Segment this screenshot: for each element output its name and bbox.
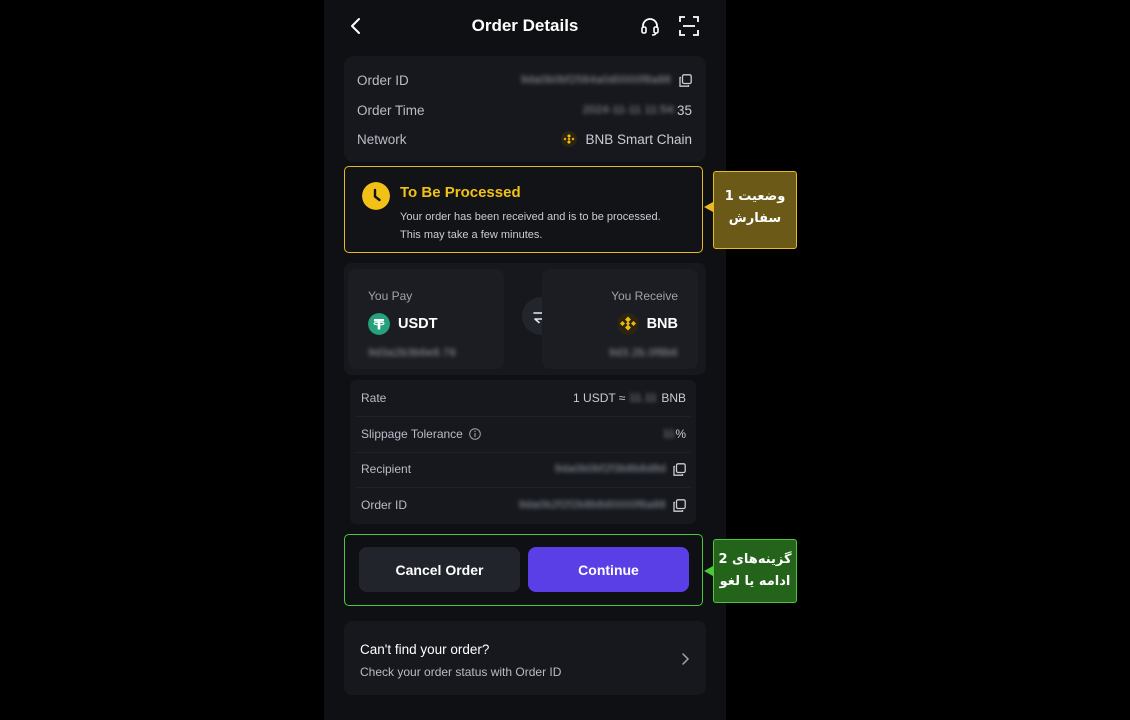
callout-line: گزینه‌های 2 (718, 552, 792, 567)
order-time-row: Order Time 2024-11-11 11:54: 35 (357, 100, 692, 120)
help-subtitle: Check your order status with Order ID (360, 665, 562, 679)
receive-label: You Receive (611, 289, 678, 303)
details-order-id-value: 9da0b2f2f2b8b8d0000f8a88 (518, 499, 666, 511)
info-icon[interactable] (469, 428, 481, 440)
details-order-id-label: Order ID (361, 498, 408, 512)
slippage-suffix: % (675, 427, 686, 441)
continue-button[interactable]: Continue (528, 547, 689, 592)
order-info-card: Order ID 9da0b0bf2584a0d0000f8a88 Order … (344, 56, 706, 162)
divider (356, 416, 690, 417)
pay-coin: USDT (368, 313, 437, 335)
divider (356, 452, 690, 453)
order-time-value: 2024-11-11 11:54: (582, 104, 677, 116)
callout-pointer (704, 566, 713, 576)
network-label: Network (357, 131, 407, 147)
recipient-row: Recipient 9da0b0bf2f3b8b8d8d (361, 459, 686, 479)
pay-box: You Pay USDT 9d3a2b3b6e8.76 (348, 269, 504, 369)
order-status-box: To Be Processed Your order has been rece… (344, 166, 703, 253)
details-order-id-row: Order ID 9da0b2f2f2b8b8d0000f8a88 (361, 495, 686, 515)
receive-coin-name: BNB (646, 316, 678, 332)
app-screen: Order Details Order ID 9da0b0bf2584a0d00… (324, 0, 726, 720)
order-id-value: 9da0b0bf2584a0d0000f8a88 (520, 74, 671, 86)
status-line-1: Your order has been received and is to b… (400, 211, 661, 223)
recipient-label: Recipient (361, 462, 412, 476)
bnb-icon (616, 313, 639, 335)
chevron-right-icon (682, 653, 690, 665)
order-id-row: Order ID 9da0b0bf2584a0d0000f8a88 (357, 70, 692, 90)
receive-coin: BNB (616, 313, 678, 335)
callout-line: سفارش (728, 211, 782, 226)
network-row: Network BNB Smart Chain (357, 129, 692, 149)
bnb-chain-icon (561, 131, 578, 147)
callout-line: وضعیت 1 (724, 189, 786, 204)
copy-icon[interactable] (679, 73, 692, 87)
pay-coin-name: USDT (398, 316, 438, 332)
pay-label: You Pay (368, 289, 413, 303)
rate-value: 11.11 (629, 392, 658, 404)
status-description: Your order has been received and is to b… (400, 208, 690, 244)
page-title: Order Details (471, 16, 579, 35)
help-title: Can't find your order? (360, 642, 490, 657)
order-time-label: Order Time (357, 102, 425, 118)
callout-line: ادامه یا لغو (719, 574, 791, 589)
callout-pointer (704, 202, 713, 212)
receive-amount: 9d3.2b.0f8b6 (608, 347, 678, 359)
order-details-list: Rate 1 USDT ≈ 11.11 BNB Slippage Toleran… (350, 380, 696, 524)
options-callout: گزینه‌های 2 ادامه یا لغو (713, 539, 797, 603)
copy-icon[interactable] (673, 498, 686, 512)
header: Order Details (324, 0, 726, 52)
clock-icon (362, 182, 390, 210)
slippage-label: Slippage Tolerance (361, 427, 463, 441)
rate-row: Rate 1 USDT ≈ 11.11 BNB (361, 388, 686, 408)
headset-icon[interactable] (639, 15, 661, 37)
slippage-value: 11 (663, 428, 676, 440)
network-value: BNB Smart Chain (585, 131, 692, 147)
rate-prefix: 1 USDT ≈ (573, 391, 626, 405)
swap-summary-card: You Pay USDT 9d3a2b3b6e8.76 You Receive (344, 263, 706, 375)
receive-box: You Receive BNB 9d3.2b.0f8b6 (542, 269, 698, 369)
status-title: To Be Processed (400, 184, 521, 201)
order-time-seconds: 35 (676, 102, 692, 118)
rate-label: Rate (361, 391, 387, 405)
cancel-order-button[interactable]: Cancel Order (359, 547, 520, 592)
order-id-label: Order ID (357, 72, 409, 88)
recipient-value: 9da0b0bf2f3b8b8d8d (554, 463, 666, 475)
usdt-icon (368, 313, 390, 335)
rate-suffix: BNB (661, 391, 686, 405)
status-line-2: This may take a few minutes. (400, 229, 543, 241)
cant-find-order-card[interactable]: Can't find your order? Check your order … (344, 621, 706, 695)
slippage-row: Slippage Tolerance 11 % (361, 424, 686, 444)
copy-icon[interactable] (673, 462, 686, 476)
pay-amount: 9d3a2b3b6e8.76 (368, 347, 457, 359)
action-buttons-group: Cancel Order Continue (344, 534, 703, 606)
divider (356, 487, 690, 488)
scan-icon[interactable] (678, 15, 700, 37)
order-status-callout: وضعیت 1 سفارش (713, 171, 797, 249)
